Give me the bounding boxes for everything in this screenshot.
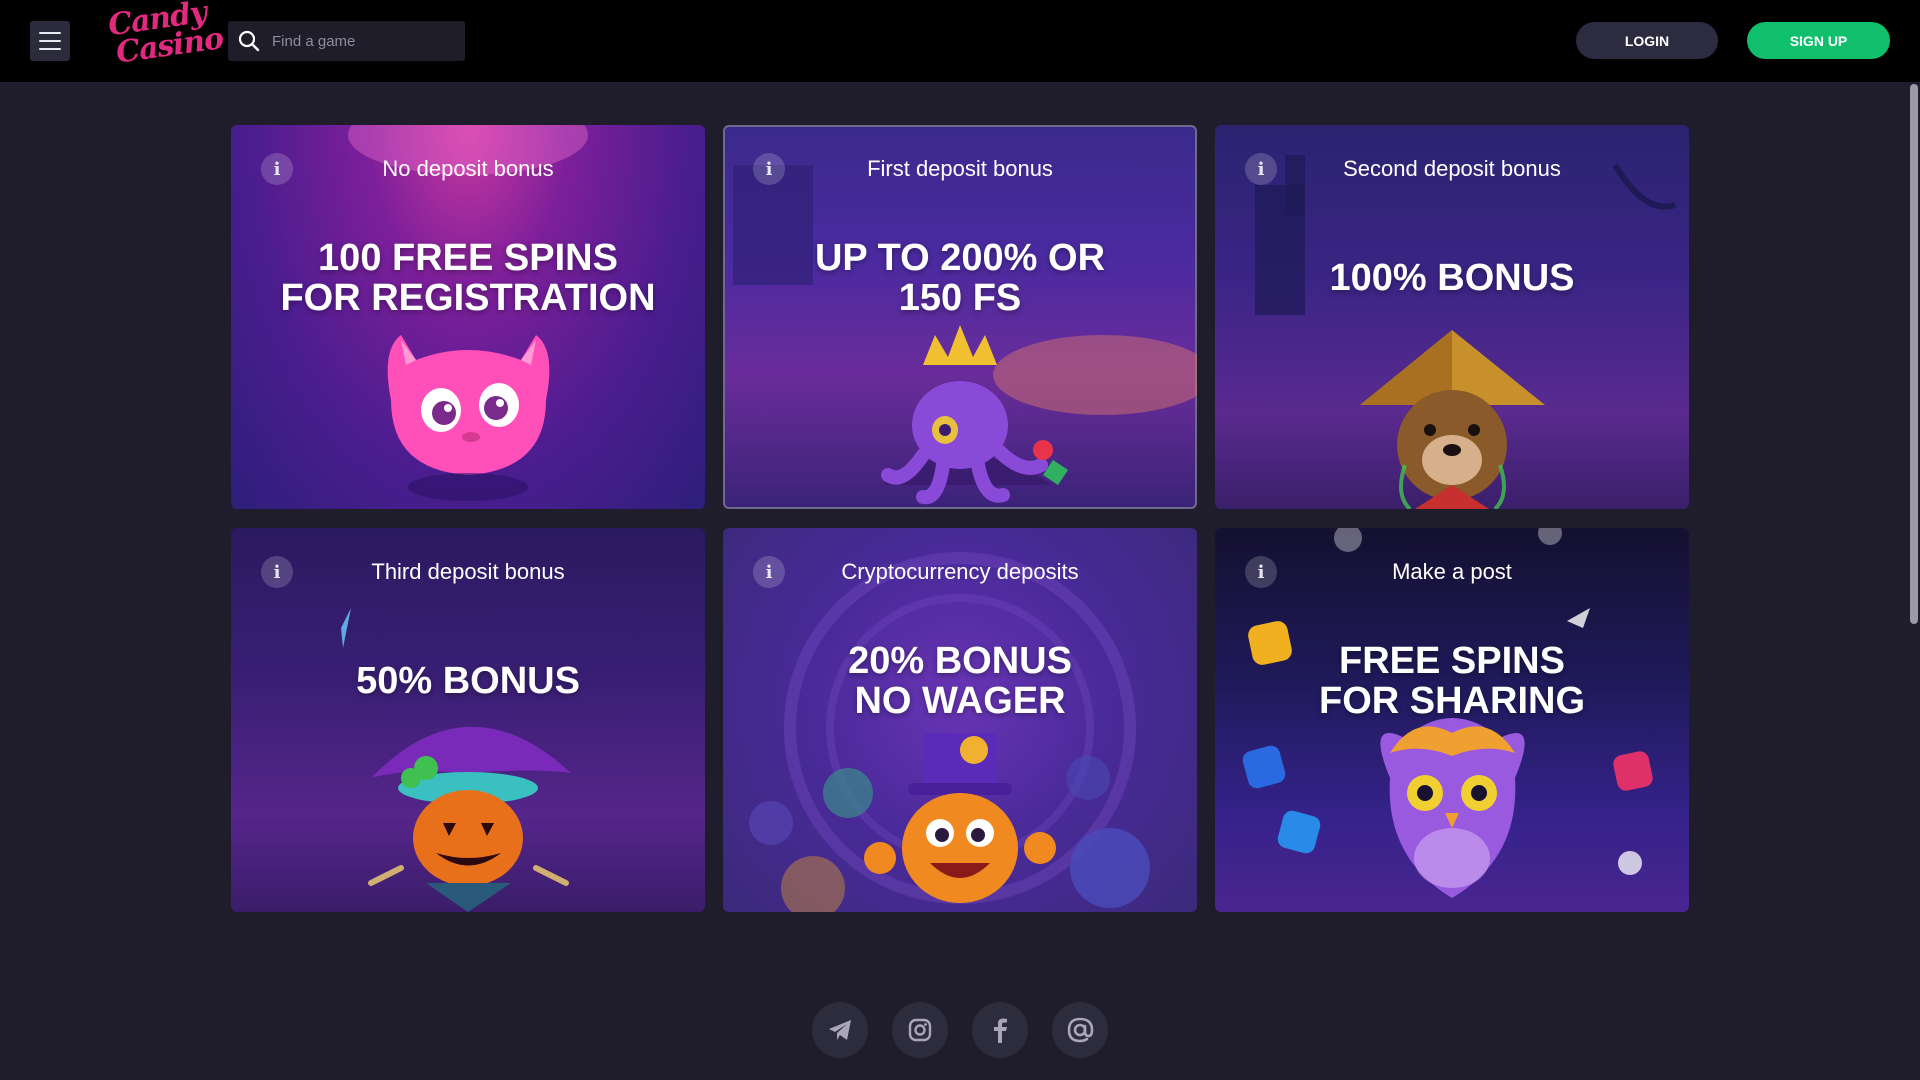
search-icon [238, 30, 260, 52]
telegram-button[interactable] [812, 1002, 868, 1058]
bonus-label: Second deposit bonus [1343, 156, 1561, 181]
instagram-button[interactable] [892, 1002, 948, 1058]
headline-line1: 100% BONUS [1329, 257, 1575, 299]
menu-bar [39, 32, 61, 34]
headline-line1: 100 FREE SPINS [318, 237, 618, 279]
email-button[interactable] [1052, 1002, 1108, 1058]
bonus-headline: 100% BONUS [1215, 258, 1689, 298]
bonus-label: Cryptocurrency deposits [841, 559, 1079, 584]
headline-line1: FREE SPINS [1339, 640, 1565, 682]
bonus-label: Make a post [1392, 559, 1512, 584]
search-input[interactable] [270, 31, 464, 51]
headline-line2: FOR REGISTRATION [280, 277, 656, 319]
headline-line2: FOR SHARING [1319, 680, 1585, 722]
email-icon [1067, 1017, 1094, 1043]
bonus-label: Third deposit bonus [371, 559, 565, 584]
headline-line2: NO WAGER [854, 680, 1066, 722]
bonus-headline: 20% BONUS NO WAGER [723, 641, 1197, 721]
headline-line1: UP TO 200% OR [814, 237, 1106, 279]
headline-line2: 150 FS [898, 277, 1022, 319]
bonus-grid: i No deposit bonus 100 FREE SPINS FOR RE… [231, 125, 1690, 913]
bonus-card-make-a-post[interactable]: i Make a post FREE SPINS FOR SHARING [1215, 528, 1689, 912]
bonus-label: First deposit bonus [867, 156, 1053, 181]
bonus-card-cryptocurrency[interactable]: i Cryptocurrency deposits 20% BONUS NO W… [723, 528, 1197, 912]
menu-bar [39, 40, 61, 42]
social-links [812, 1002, 1108, 1058]
bonus-label: No deposit bonus [382, 156, 554, 181]
menu-bar [39, 48, 61, 50]
facebook-icon [994, 1018, 1007, 1043]
bonus-headline: 100 FREE SPINS FOR REGISTRATION [231, 238, 705, 318]
bonus-headline: UP TO 200% OR 150 FS [723, 238, 1197, 318]
scrollbar-thumb[interactable] [1910, 84, 1918, 624]
signup-button[interactable]: SIGN UP [1747, 22, 1890, 59]
bonus-card-no-deposit[interactable]: i No deposit bonus 100 FREE SPINS FOR RE… [231, 125, 705, 509]
bonus-headline: 50% BONUS [231, 661, 705, 701]
bonus-card-first-deposit[interactable]: i First deposit bonus UP TO 200% OR 150 … [723, 125, 1197, 509]
telegram-icon [829, 1020, 851, 1040]
bonus-card-third-deposit[interactable]: i Third deposit bonus 50% BONUS [231, 528, 705, 912]
bonus-card-second-deposit[interactable]: i Second deposit bonus 100% BONUS [1215, 125, 1689, 509]
candy-casino-logo[interactable]: Candy Casino [106, 0, 226, 74]
hamburger-menu-button[interactable] [30, 21, 70, 61]
game-search[interactable] [228, 21, 465, 61]
headline-line1: 50% BONUS [356, 660, 580, 702]
bonus-headline: FREE SPINS FOR SHARING [1215, 641, 1689, 721]
headline-line1: 20% BONUS [848, 640, 1072, 682]
facebook-button[interactable] [972, 1002, 1028, 1058]
logo-line2: Casino [113, 21, 226, 71]
instagram-icon [908, 1018, 932, 1042]
top-bar: Candy Casino LOGIN SIGN UP [0, 0, 1920, 82]
login-button[interactable]: LOGIN [1576, 22, 1718, 59]
